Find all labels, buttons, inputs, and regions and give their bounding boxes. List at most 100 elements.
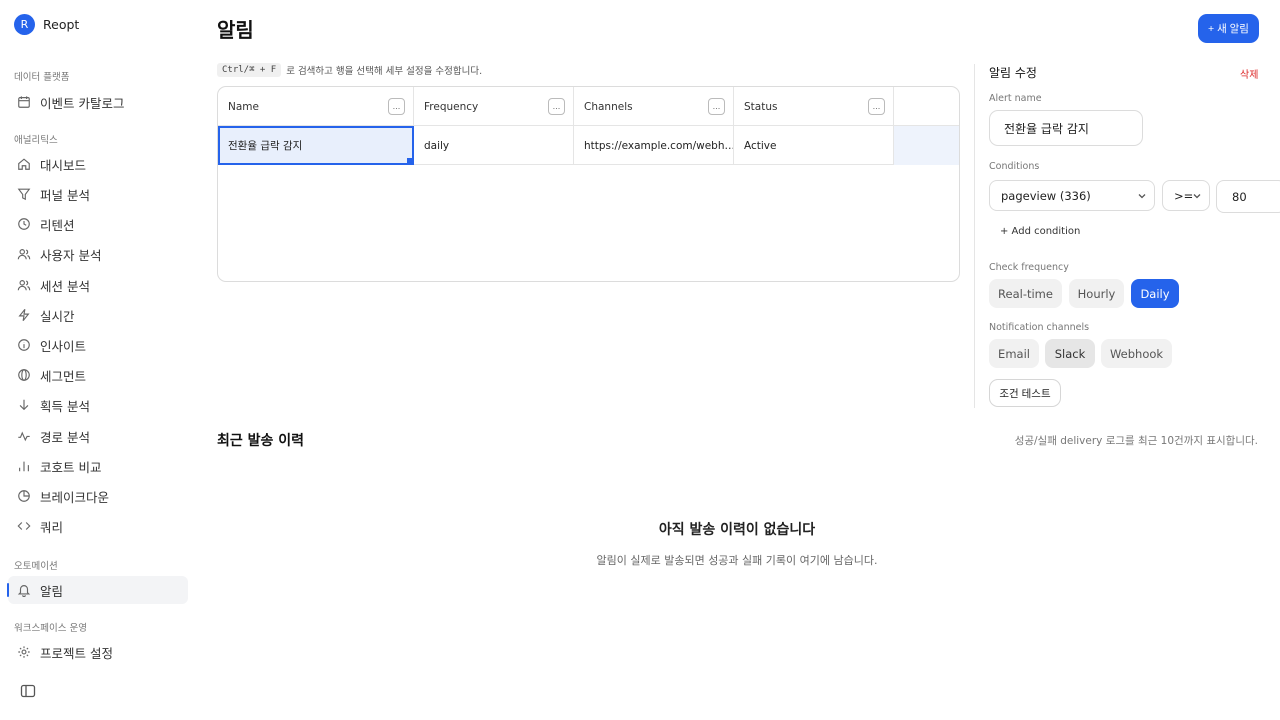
sidebar-item-label: 알림 xyxy=(40,583,64,599)
channel-option-slack[interactable]: Slack xyxy=(1045,339,1095,368)
sidebar-item-label: 대시보드 xyxy=(40,157,87,173)
cell-status[interactable]: Active xyxy=(734,126,894,165)
cell-frequency[interactable]: daily xyxy=(414,126,574,165)
home-icon xyxy=(17,157,31,171)
lightning-icon xyxy=(17,308,31,322)
empty-state: 아직 발송 이력이 없습니다 알림이 실제로 발송되면 성공과 실패 기록이 여… xyxy=(437,519,1037,568)
sidebar-item-user-analysis[interactable]: 사용자 분석 xyxy=(8,240,188,268)
column-header-name[interactable]: Name ... xyxy=(218,87,414,126)
calendar-icon xyxy=(17,95,31,109)
cell-channels[interactable]: https://example.com/webh… xyxy=(574,126,734,165)
delete-button[interactable]: 삭제 xyxy=(1240,66,1258,81)
fill-handle[interactable] xyxy=(407,158,412,163)
sidebar-item-label: 인사이트 xyxy=(40,338,87,354)
new-alert-button[interactable]: + 새 알림 xyxy=(1198,14,1259,43)
column-menu-button[interactable]: ... xyxy=(708,98,725,115)
sidebar-item-acquisition[interactable]: 획득 분석 xyxy=(8,391,188,419)
channel-option-webhook[interactable]: Webhook xyxy=(1101,339,1172,368)
workspace-switcher[interactable]: R Reopt xyxy=(14,14,79,35)
frequency-option-daily[interactable]: Daily xyxy=(1131,279,1179,308)
frequency-option-realtime[interactable]: Real-time xyxy=(989,279,1062,308)
bell-icon xyxy=(17,583,31,597)
conditions-label: Conditions xyxy=(989,161,1040,172)
sidebar-item-query[interactable]: 쿼리 xyxy=(8,512,188,540)
panel-divider xyxy=(974,64,975,408)
sidebar-item-label: 프로젝트 설정 xyxy=(40,645,113,661)
history-hint: 성공/실패 delivery 로그를 최근 10건까지 표시합니다. xyxy=(1014,435,1258,447)
add-condition-button[interactable]: + Add condition xyxy=(1000,226,1080,237)
sidebar-item-label: 리텐션 xyxy=(40,217,75,233)
sidebar-item-breakdown[interactable]: 브레이크다운 xyxy=(8,482,188,510)
frequency-option-hourly[interactable]: Hourly xyxy=(1069,279,1124,308)
sidebar-item-label: 쿼리 xyxy=(40,519,64,535)
sidebar-item-segment[interactable]: 세그먼트 xyxy=(8,361,188,389)
workspace-avatar: R xyxy=(14,14,35,35)
sidebar-item-realtime[interactable]: 실시간 xyxy=(8,301,188,329)
sidebar-item-label: 경로 분석 xyxy=(40,429,90,445)
clock-icon xyxy=(17,217,31,231)
edit-panel-title: 알림 수정 xyxy=(989,66,1037,80)
sidebar-item-label: 퍼널 분석 xyxy=(40,187,90,203)
sidebar-item-path-analysis[interactable]: 경로 분석 xyxy=(8,422,188,450)
select-value: >= xyxy=(1174,188,1194,203)
column-header-label: Name xyxy=(228,100,259,113)
section-label-automation: 오토메이션 xyxy=(14,561,58,572)
table-row[interactable]: 전환율 급락 감지 daily https://example.com/webh… xyxy=(218,126,959,165)
sidebar: R Reopt 데이터 플랫폼 이벤트 카탈로그 애널리틱스 대시보드 퍼널 분… xyxy=(0,0,200,720)
column-menu-button[interactable]: ... xyxy=(388,98,405,115)
info-icon xyxy=(17,338,31,352)
empty-state-title: 아직 발송 이력이 없습니다 xyxy=(658,522,816,538)
history-title: 최근 발송 이력 xyxy=(217,433,305,449)
column-header-frequency[interactable]: Frequency ... xyxy=(414,87,574,126)
column-header-channels[interactable]: Channels ... xyxy=(574,87,734,126)
cell-text: 전환율 급락 감지 xyxy=(228,140,303,152)
sidebar-item-label: 세션 분석 xyxy=(40,278,90,294)
shortcut-kbd: Ctrl/⌘ + F xyxy=(217,63,282,77)
search-hint-text: 로 검색하고 행을 선택해 세부 설정을 수정합니다. xyxy=(286,66,483,77)
funnel-icon xyxy=(17,187,31,201)
channels-label: Notification channels xyxy=(989,322,1090,333)
column-header-status[interactable]: Status ... xyxy=(734,87,894,126)
column-header-label: Status xyxy=(744,100,778,113)
grid-header: Name ... Frequency ... Channels ... Stat… xyxy=(218,87,959,126)
arrow-down-icon xyxy=(17,398,31,412)
sidebar-item-dashboard[interactable]: 대시보드 xyxy=(8,150,188,178)
channel-option-email[interactable]: Email xyxy=(989,339,1039,368)
sidebar-item-project-settings[interactable]: 프로젝트 설정 xyxy=(8,638,188,666)
path-icon xyxy=(17,429,31,443)
sidebar-item-label: 사용자 분석 xyxy=(40,247,102,263)
section-label-data-platform: 데이터 플랫폼 xyxy=(14,72,70,83)
sidebar-toggle-icon[interactable] xyxy=(20,684,36,698)
alerts-grid: Name ... Frequency ... Channels ... Stat… xyxy=(217,86,960,282)
section-label-analytics: 애널리틱스 xyxy=(14,135,58,146)
condition-operator-select[interactable]: >= xyxy=(1162,180,1210,211)
bar-chart-icon xyxy=(17,459,31,473)
empty-state-description: 알림이 실제로 발송되면 성공과 실패 기록이 여기에 남습니다. xyxy=(596,554,878,567)
cell-filler xyxy=(894,126,959,165)
sidebar-item-session-analysis[interactable]: 세션 분석 xyxy=(8,271,188,299)
globe-icon xyxy=(17,368,31,382)
condition-event-select[interactable]: pageview (336) xyxy=(989,180,1155,211)
test-condition-button[interactable]: 조건 테스트 xyxy=(989,379,1061,407)
column-menu-button[interactable]: ... xyxy=(548,98,565,115)
sidebar-item-event-catalog[interactable]: 이벤트 카탈로그 xyxy=(8,88,188,116)
alert-name-input[interactable]: 전환율 급락 감지 xyxy=(989,110,1143,146)
sidebar-item-label: 세그먼트 xyxy=(40,368,87,384)
sidebar-item-funnel[interactable]: 퍼널 분석 xyxy=(8,180,188,208)
column-menu-button[interactable]: ... xyxy=(868,98,885,115)
code-icon xyxy=(17,519,31,533)
sidebar-item-cohort-compare[interactable]: 코호트 비교 xyxy=(8,452,188,480)
search-hint: Ctrl/⌘ + F 로 검색하고 행을 선택해 세부 설정을 수정합니다. xyxy=(217,63,482,77)
sidebar-item-label: 이벤트 카탈로그 xyxy=(40,95,125,111)
sidebar-item-retention[interactable]: 리텐션 xyxy=(8,210,188,238)
sidebar-item-insight[interactable]: 인사이트 xyxy=(8,331,188,359)
workspace-name: Reopt xyxy=(43,17,80,32)
cell-name[interactable]: 전환율 급락 감지 xyxy=(218,126,414,165)
sidebar-item-label: 브레이크다운 xyxy=(40,489,110,505)
condition-value-input[interactable]: 80 xyxy=(1216,180,1280,213)
chevron-down-icon xyxy=(1192,190,1202,200)
page-title: 알림 xyxy=(217,18,254,42)
sidebar-item-label: 코호트 비교 xyxy=(40,459,102,475)
sidebar-item-alerts[interactable]: 알림 xyxy=(7,576,188,604)
sidebar-item-label: 실시간 xyxy=(40,308,75,324)
